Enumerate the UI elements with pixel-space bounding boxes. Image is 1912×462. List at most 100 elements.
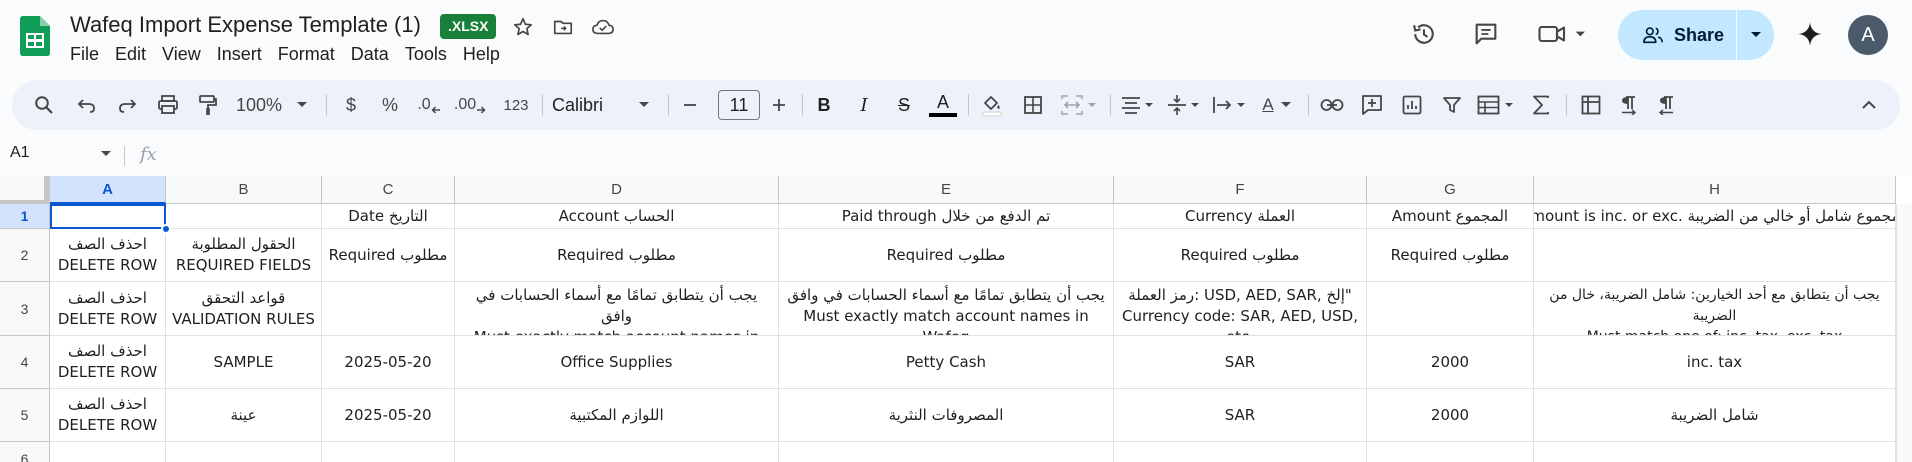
- share-button[interactable]: Share: [1618, 10, 1774, 60]
- menu-tools[interactable]: Tools: [397, 42, 455, 67]
- vertical-scrollbar[interactable]: [1896, 204, 1912, 462]
- menu-data[interactable]: Data: [343, 42, 397, 67]
- cell-g3[interactable]: [1367, 282, 1534, 336]
- share-options-button[interactable]: [1737, 10, 1774, 60]
- cell-b6[interactable]: [166, 442, 322, 462]
- cell-d3[interactable]: يجب أن يتطابق تمامًا مع أسماء الحسابات ف…: [455, 282, 779, 336]
- column-header-f[interactable]: F: [1114, 176, 1367, 204]
- cell-f3[interactable]: رمز العملة: USD, AED, SAR, إلخ" Currency…: [1114, 282, 1367, 336]
- cell-f1[interactable]: Currency العملة: [1114, 204, 1367, 229]
- menu-file[interactable]: File: [62, 42, 107, 67]
- rtl-direction-icon[interactable]: [1650, 80, 1684, 130]
- undo-icon[interactable]: [70, 80, 104, 130]
- user-avatar[interactable]: A: [1848, 15, 1888, 55]
- star-icon[interactable]: [510, 14, 536, 40]
- collapse-toolbar-icon[interactable]: [1852, 80, 1886, 130]
- cell-c6[interactable]: [322, 442, 455, 462]
- menu-format[interactable]: Format: [270, 42, 343, 67]
- cell-d6[interactable]: [455, 442, 779, 462]
- cell-f4[interactable]: SAR: [1114, 336, 1367, 389]
- cell-b2[interactable]: الحقول المطلوبة REQUIRED FIELDS: [166, 229, 322, 282]
- name-box[interactable]: A1: [10, 144, 30, 162]
- move-to-folder-icon[interactable]: [550, 14, 576, 40]
- text-color-button[interactable]: A: [926, 80, 960, 130]
- column-header-b[interactable]: B: [166, 176, 322, 204]
- cell-e1[interactable]: Paid through تم الدفع من خلال: [779, 204, 1114, 229]
- strikethrough-button[interactable]: S: [890, 80, 918, 130]
- cell-c4[interactable]: 2025-05-20: [322, 336, 455, 389]
- column-header-d[interactable]: D: [455, 176, 779, 204]
- cell-e2[interactable]: Required مطلوب: [779, 229, 1114, 282]
- sheet-grid[interactable]: ABCDEFGH 123456 Date التاريخ Account الحس…: [0, 176, 1912, 462]
- functions-icon[interactable]: [1524, 80, 1558, 130]
- cell-h1[interactable]: Amount is inc. or exc. المجموع شامل أو خ…: [1534, 204, 1896, 229]
- cell-f2[interactable]: Required مطلوب: [1114, 229, 1367, 282]
- increase-decimal-button[interactable]: .00: [452, 80, 488, 130]
- zoom-caret-icon[interactable]: [292, 80, 312, 130]
- font-caret-icon[interactable]: [634, 80, 654, 130]
- filter-views-icon[interactable]: [1474, 80, 1520, 130]
- cell-a4[interactable]: احذف الصف DELETE ROW: [50, 336, 166, 389]
- cloud-saved-icon[interactable]: [590, 14, 616, 40]
- cell-a5[interactable]: احذف الصف DELETE ROW: [50, 389, 166, 442]
- cell-e6[interactable]: [779, 442, 1114, 462]
- gemini-spark-icon[interactable]: [1790, 14, 1830, 54]
- cell-h3[interactable]: يجب أن يتطابق مع أحد الخيارين: شامل الضر…: [1534, 282, 1896, 336]
- freeze-icon[interactable]: [1574, 80, 1608, 130]
- column-header-c[interactable]: C: [322, 176, 455, 204]
- column-header-e[interactable]: E: [779, 176, 1114, 204]
- cell-b3[interactable]: قواعد التحقق VALIDATION RULES: [166, 282, 322, 336]
- cell-c1[interactable]: Date التاريخ: [322, 204, 455, 229]
- search-menus-icon[interactable]: [26, 80, 62, 130]
- document-title[interactable]: Wafeq Import Expense Template (1): [70, 12, 421, 38]
- cell-g6[interactable]: [1367, 442, 1534, 462]
- more-formats-button[interactable]: 123: [496, 80, 536, 130]
- merge-cells-icon[interactable]: [1056, 80, 1104, 130]
- meet-camera-icon[interactable]: [1534, 14, 1594, 54]
- cell-a3[interactable]: احذف الصف DELETE ROW: [50, 282, 166, 336]
- menu-insert[interactable]: Insert: [209, 42, 270, 67]
- cell-g2[interactable]: Required مطلوب: [1367, 229, 1534, 282]
- select-all-corner[interactable]: [0, 176, 50, 204]
- insert-comment-icon[interactable]: [1354, 80, 1390, 130]
- sheets-logo-icon[interactable]: [20, 16, 50, 56]
- menu-help[interactable]: Help: [455, 42, 508, 67]
- font-size-input[interactable]: 11: [718, 90, 760, 120]
- zoom-select[interactable]: 100%: [234, 80, 284, 130]
- insert-link-icon[interactable]: [1314, 80, 1350, 130]
- menu-view[interactable]: View: [154, 42, 209, 67]
- currency-format-button[interactable]: $: [338, 80, 364, 130]
- column-header-h[interactable]: H: [1534, 176, 1896, 204]
- create-filter-icon[interactable]: [1434, 80, 1470, 130]
- row-header-4[interactable]: 4: [0, 336, 50, 389]
- comments-icon[interactable]: [1466, 14, 1506, 54]
- row-header-5[interactable]: 5: [0, 389, 50, 442]
- cell-d4[interactable]: Office Supplies: [455, 336, 779, 389]
- cell-h6[interactable]: [1534, 442, 1896, 462]
- horizontal-align-icon[interactable]: [1116, 80, 1160, 130]
- cell-h2[interactable]: [1534, 229, 1896, 282]
- cell-d1[interactable]: Account الحساب: [455, 204, 779, 229]
- cell-g4[interactable]: 2000: [1367, 336, 1534, 389]
- bold-button[interactable]: B: [810, 80, 838, 130]
- name-box-caret-icon[interactable]: [100, 150, 112, 158]
- paint-format-icon[interactable]: [190, 80, 226, 130]
- cell-b4[interactable]: SAMPLE: [166, 336, 322, 389]
- percent-format-button[interactable]: %: [376, 80, 404, 130]
- cell-h4[interactable]: inc. tax: [1534, 336, 1896, 389]
- cell-b1[interactable]: [166, 204, 322, 229]
- share-main-button[interactable]: Share: [1618, 10, 1736, 60]
- ltr-direction-icon[interactable]: [1612, 80, 1646, 130]
- cell-e3[interactable]: يجب أن يتطابق تمامًا مع أسماء الحسابات ف…: [779, 282, 1114, 336]
- cell-a6[interactable]: [50, 442, 166, 462]
- cell-h5[interactable]: شامل الضريبة: [1534, 389, 1896, 442]
- cell-c5[interactable]: 2025-05-20: [322, 389, 455, 442]
- version-history-icon[interactable]: [1404, 14, 1444, 54]
- row-header-2[interactable]: 2: [0, 229, 50, 282]
- decrease-font-size-icon[interactable]: [676, 80, 704, 130]
- cell-d5[interactable]: اللوازم المكتبية: [455, 389, 779, 442]
- decrease-decimal-button[interactable]: .0: [412, 80, 446, 130]
- row-header-6[interactable]: 6: [0, 442, 50, 462]
- cell-f5[interactable]: SAR: [1114, 389, 1367, 442]
- text-rotation-icon[interactable]: A: [1254, 80, 1300, 130]
